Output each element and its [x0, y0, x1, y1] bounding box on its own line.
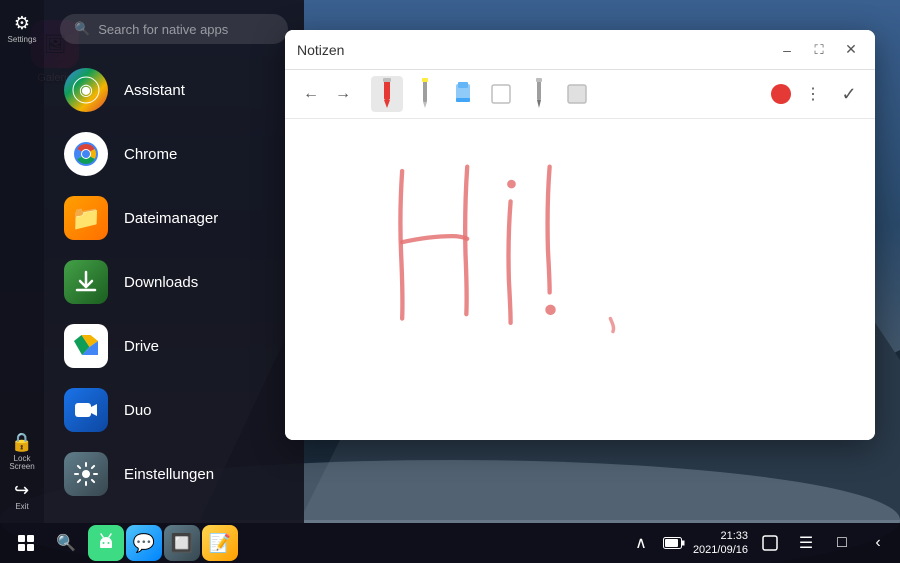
search-icon: 🔍: [74, 21, 90, 37]
dateimanager-icon: 📁: [64, 196, 108, 240]
app-item-downloads[interactable]: Downloads: [44, 250, 304, 314]
dateimanager-name: Dateimanager: [124, 210, 218, 227]
taskbar-square[interactable]: □: [828, 529, 856, 557]
window-controls: – ⛶ ✕: [775, 38, 863, 62]
notizen-window: Notizen – ⛶ ✕ ← →: [285, 30, 875, 440]
undo-button[interactable]: ←: [297, 80, 325, 108]
tool-marker[interactable]: [371, 76, 403, 112]
chrome-icon: [64, 132, 108, 176]
downloads-icon: [64, 260, 108, 304]
search-input[interactable]: [98, 22, 274, 37]
close-button[interactable]: ✕: [839, 38, 863, 62]
minimize-button[interactable]: –: [775, 38, 799, 62]
taskbar-time: 21:33 2021/09/16: [693, 529, 748, 558]
toolbar-nav: ← →: [297, 80, 357, 108]
taskbar-back[interactable]: ‹: [864, 529, 892, 557]
einstellungen-name: Einstellungen: [124, 466, 214, 483]
taskbar-battery: [663, 537, 685, 549]
app-item-chrome[interactable]: Chrome: [44, 122, 304, 186]
taskbar-notifications[interactable]: [756, 529, 784, 557]
search-bar[interactable]: 🔍: [60, 14, 288, 44]
svg-text:◉: ◉: [79, 82, 93, 99]
taskbar-apps: 💬 🔲 📝: [88, 525, 238, 561]
taskbar-app-store[interactable]: 🔲: [164, 525, 200, 561]
desktop: 🖼 Galerie ⚙ Settings 🔒 Lock Screen ↩ Exi…: [0, 0, 900, 563]
tool-eraser[interactable]: [447, 76, 479, 112]
sidebar-settings[interactable]: ⚙ Settings: [4, 10, 40, 46]
toolbar-right: ⋮ ✓: [771, 80, 863, 108]
taskbar-menu[interactable]: ☰: [792, 529, 820, 557]
record-button[interactable]: [771, 84, 791, 104]
chrome-name: Chrome: [124, 146, 177, 163]
app-item-dateimanager[interactable]: 📁 Dateimanager: [44, 186, 304, 250]
lock-label: Lock Screen: [4, 455, 40, 471]
taskbar-chevron-up[interactable]: ∧: [627, 529, 655, 557]
maximize-button[interactable]: ⛶: [807, 38, 831, 62]
taskbar-search-button[interactable]: 🔍: [48, 525, 84, 561]
taskbar-right: ∧ 21:33 2021/09/16 ☰ □ ‹: [627, 529, 892, 558]
settings-icon: ⚙: [14, 13, 30, 34]
tool-pencil[interactable]: [409, 76, 441, 112]
downloads-name: Downloads: [124, 274, 198, 291]
taskbar-home-button[interactable]: [8, 525, 44, 561]
redo-button[interactable]: →: [329, 80, 357, 108]
app-item-einstellungen[interactable]: Einstellungen: [44, 442, 304, 506]
window-titlebar: Notizen – ⛶ ✕: [285, 30, 875, 70]
app-list: ◉ Assistant: [44, 54, 304, 523]
sidebar-lock[interactable]: 🔒 Lock Screen: [4, 433, 40, 469]
einstellungen-icon: [64, 452, 108, 496]
left-sidebar: ⚙ Settings 🔒 Lock Screen ↩ Exit: [0, 0, 44, 523]
assistant-name: Assistant: [124, 82, 185, 99]
canvas-area[interactable]: [285, 119, 875, 440]
drive-name: Drive: [124, 338, 159, 355]
assistant-icon: ◉: [64, 68, 108, 112]
drawing-svg: [285, 119, 875, 440]
tool-box[interactable]: [561, 76, 593, 112]
settings-label: Settings: [8, 36, 37, 44]
taskbar-app-notes[interactable]: 📝: [202, 525, 238, 561]
exit-label: Exit: [15, 503, 28, 511]
sidebar-exit[interactable]: ↩ Exit: [4, 477, 40, 513]
app-item-assistant[interactable]: ◉ Assistant: [44, 58, 304, 122]
lock-icon: 🔒: [11, 432, 33, 453]
taskbar-app-android[interactable]: [88, 525, 124, 561]
duo-icon: [64, 388, 108, 432]
taskbar-app-messages[interactable]: 💬: [126, 525, 162, 561]
taskbar: 🔍 💬 🔲 📝: [0, 523, 900, 563]
more-button[interactable]: ⋮: [799, 80, 827, 108]
app-item-drive[interactable]: Drive: [44, 314, 304, 378]
tool-square[interactable]: [485, 76, 517, 112]
duo-name: Duo: [124, 402, 152, 419]
taskbar-left: 🔍: [8, 525, 84, 561]
window-toolbar: ← →: [285, 70, 875, 119]
app-item-duo[interactable]: Duo: [44, 378, 304, 442]
exit-icon: ↩: [14, 480, 29, 501]
tool-pen[interactable]: [523, 76, 555, 112]
drive-icon: [64, 324, 108, 368]
check-button[interactable]: ✓: [835, 80, 863, 108]
app-drawer: 🔍 ◉ Assistant: [44, 0, 304, 523]
window-title: Notizen: [297, 42, 344, 58]
